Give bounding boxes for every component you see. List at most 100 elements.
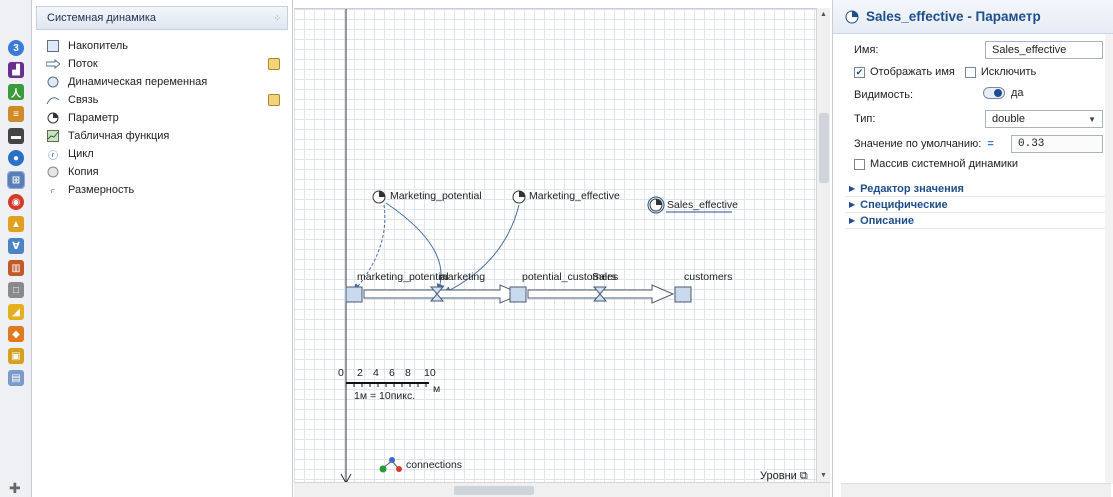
visibility-value: да bbox=[1011, 87, 1024, 99]
chevron-down-icon[interactable]: ▼ bbox=[1088, 115, 1096, 124]
default-value: 0.33 bbox=[1018, 138, 1045, 150]
palette-item-parameter[interactable]: Параметр bbox=[32, 109, 292, 127]
default-value-field[interactable]: 0.33 bbox=[1011, 135, 1103, 153]
stock-customers[interactable] bbox=[674, 286, 692, 303]
palette-category-strip: 3 ▟ 人 ≡ ▬ ● ⊞ ◉ ▲ ∀ ▥ □ ◢ ◆ ▣ ▤ ✚ bbox=[0, 0, 32, 497]
palette-item-loop[interactable]: ⓡ Цикл bbox=[32, 145, 292, 163]
dimension-icon: ⟔ bbox=[50, 184, 56, 196]
add-palette-icon[interactable]: ✚ bbox=[9, 480, 21, 497]
rail-icon[interactable]: ≡ bbox=[8, 106, 24, 122]
palette-item-table-function[interactable]: Табличная функция bbox=[32, 127, 292, 145]
grip-icon[interactable]: ⁘ bbox=[273, 13, 281, 24]
parameter-icon[interactable] bbox=[372, 190, 386, 204]
scroll-down-icon[interactable]: ▼ bbox=[820, 472, 827, 479]
equals-icon[interactable]: = bbox=[987, 138, 993, 150]
name-field[interactable]: Sales_effective bbox=[985, 41, 1103, 59]
palette-item-label: Копия bbox=[68, 166, 99, 178]
exclude-checkbox[interactable] bbox=[964, 66, 976, 78]
section-specific[interactable]: ▶ Специфические bbox=[845, 197, 1107, 213]
car-icon[interactable]: ▬ bbox=[8, 128, 24, 144]
section-value-editor[interactable]: ▶ Редактор значения bbox=[845, 181, 1107, 197]
type-value: double bbox=[992, 113, 1026, 125]
analysis-icon[interactable]: ▥ bbox=[8, 260, 24, 276]
3d-objects-icon[interactable]: ▤ bbox=[8, 370, 24, 386]
param-label: Sales_effective bbox=[667, 199, 739, 211]
palette-item-stock[interactable]: Накопитель bbox=[32, 37, 292, 55]
stock-marketing-potential[interactable] bbox=[345, 286, 363, 303]
properties-panel: Sales_effective - Параметр Имя: Sales_ef… bbox=[832, 0, 1113, 497]
table-function-icon bbox=[46, 130, 60, 142]
palette-item-shadow[interactable]: Копия bbox=[32, 163, 292, 181]
connectivity-icon[interactable]: ◆ bbox=[8, 326, 24, 342]
parameter-icon[interactable] bbox=[512, 190, 526, 204]
palette-item-label: Поток bbox=[68, 58, 98, 70]
levels-label: Уровни bbox=[760, 470, 797, 482]
scroll-up-icon[interactable]: ▲ bbox=[820, 11, 827, 18]
scroll-thumb[interactable] bbox=[819, 113, 829, 183]
app-window: 3 ▟ 人 ≡ ▬ ● ⊞ ◉ ▲ ∀ ▥ □ ◢ ◆ ▣ ▤ ✚ Систем… bbox=[0, 0, 1113, 497]
palette-list: Накопитель Поток Динамическая переменная… bbox=[32, 37, 292, 199]
connections-icon[interactable] bbox=[379, 457, 403, 473]
parameter-icon bbox=[845, 10, 859, 23]
pedestrian-icon[interactable]: ∀ bbox=[8, 238, 24, 254]
selected-parameter-icon[interactable] bbox=[647, 196, 665, 214]
scale-tick-label: 2 bbox=[357, 367, 363, 379]
palette-item-link[interactable]: Связь bbox=[32, 91, 292, 109]
flow-label: Sales bbox=[592, 271, 619, 283]
properties-scrollbar[interactable] bbox=[1105, 34, 1113, 484]
expand-icon: ▶ bbox=[849, 184, 856, 193]
default-row: Значение по умолчанию: = bbox=[854, 138, 994, 150]
properties-horizontal-scrollbar[interactable] bbox=[841, 483, 1111, 497]
name-field-value: Sales_effective bbox=[992, 44, 1067, 56]
edit-icon[interactable] bbox=[268, 58, 280, 70]
palette-item-label: Цикл bbox=[68, 148, 94, 160]
shadow-icon bbox=[46, 166, 60, 178]
canvas-vertical-scrollbar[interactable]: ▲ ▼ bbox=[816, 8, 830, 482]
array-label: Массив системной динамики bbox=[870, 158, 1019, 170]
scale-unit: м bbox=[433, 383, 441, 395]
show-name-label: Отображать имя bbox=[870, 66, 955, 78]
palette-item-label: Динамическая переменная bbox=[68, 76, 208, 88]
canvas-horizontal-scrollbar[interactable] bbox=[294, 482, 830, 497]
properties-title-bar: Sales_effective - Параметр bbox=[833, 0, 1113, 34]
palette-item-flow[interactable]: Поток bbox=[32, 55, 292, 73]
section-label: Описание bbox=[860, 214, 915, 227]
scale-tick-label: 4 bbox=[373, 367, 379, 379]
expand-icon: ▶ bbox=[849, 216, 856, 225]
name-row: Имя: bbox=[854, 44, 878, 56]
statechart-icon[interactable]: ◉ bbox=[8, 194, 24, 210]
fluid-icon[interactable]: ● bbox=[8, 150, 24, 166]
scale-ratio: 1м = 10пикс. bbox=[354, 390, 416, 402]
array-checkbox[interactable] bbox=[854, 158, 865, 170]
type-label: Тип: bbox=[854, 113, 876, 125]
action-icon[interactable]: ▲ bbox=[8, 216, 24, 232]
default-label: Значение по умолчанию: bbox=[854, 138, 982, 150]
palette-item-dimension[interactable]: ⟔ Размерность bbox=[32, 181, 292, 199]
model-canvas[interactable]: Marketing_potential Marketing_effective … bbox=[294, 8, 816, 482]
scroll-thumb[interactable] bbox=[454, 486, 534, 495]
pictures-icon[interactable]: ▣ bbox=[8, 348, 24, 364]
connections-label[interactable]: connections bbox=[406, 459, 462, 471]
show-name-checkbox[interactable]: ✔ bbox=[854, 66, 865, 78]
stock-label: marketing_potential bbox=[357, 271, 449, 283]
agent-icon[interactable]: 人 bbox=[8, 84, 24, 100]
edit-icon[interactable] bbox=[268, 94, 280, 106]
chart-icon[interactable]: ▟ bbox=[8, 62, 24, 78]
stock-potential-customers[interactable] bbox=[509, 286, 527, 303]
name-label: Имя: bbox=[854, 44, 879, 56]
palette-header[interactable]: Системная динамика ⁘ bbox=[36, 6, 288, 30]
stock-label: customers bbox=[684, 271, 733, 283]
link-icon bbox=[46, 94, 60, 106]
system-dynamics-icon[interactable]: ⊞ bbox=[7, 171, 25, 189]
diagram-svg bbox=[340, 9, 732, 482]
dynamic-variable-icon bbox=[46, 76, 60, 88]
presentation-icon[interactable]: ◢ bbox=[8, 304, 24, 320]
toggle-icon[interactable] bbox=[983, 87, 1005, 99]
type-select[interactable]: double ▼ bbox=[985, 110, 1103, 128]
section-description[interactable]: ▶ Описание bbox=[845, 213, 1107, 229]
param-label: Marketing_effective bbox=[529, 190, 620, 202]
controls-icon[interactable]: □ bbox=[8, 282, 24, 298]
3d-icon[interactable]: 3 bbox=[8, 40, 24, 56]
palette-item-dynamic-variable[interactable]: Динамическая переменная bbox=[32, 73, 292, 91]
visibility-toggle[interactable]: да bbox=[983, 87, 1024, 99]
